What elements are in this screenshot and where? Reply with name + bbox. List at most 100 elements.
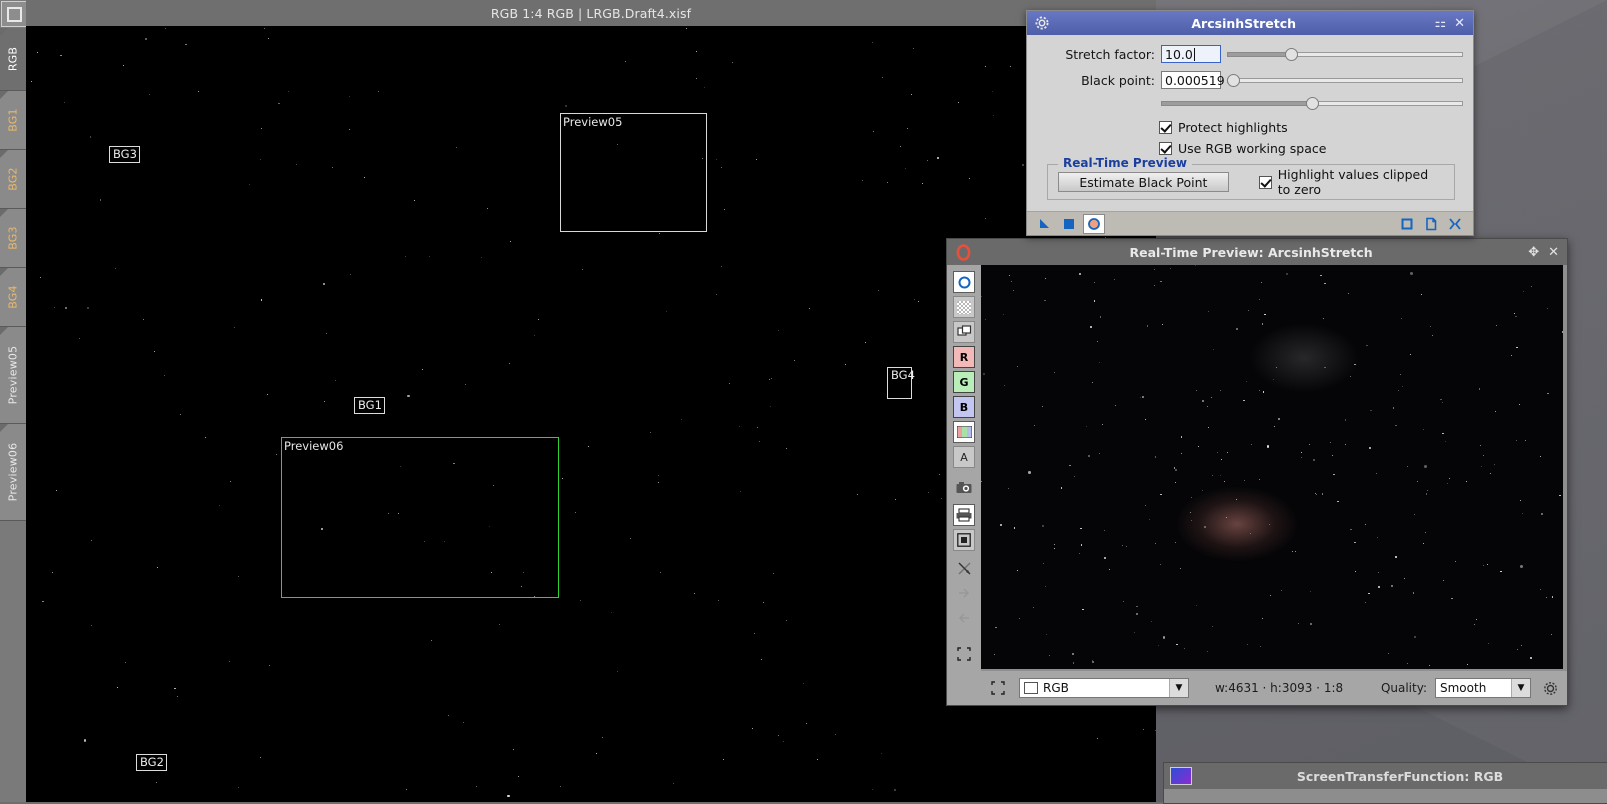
duplicate-icon[interactable] [953, 321, 975, 343]
black-point-row[interactable]: Black point: 0.000519 [1037, 69, 1463, 91]
gear-icon[interactable] [1539, 677, 1561, 699]
arcsinh-stretch-dialog[interactable]: ArcsinhStretch ⚏ ✕ Stretch factor: 10.0 … [1026, 10, 1474, 236]
reset-icon[interactable] [1445, 215, 1465, 233]
channel-combo-value: RGB [1043, 681, 1069, 695]
fit-window-icon[interactable] [953, 643, 975, 665]
arcsinh-title-text: ArcsinhStretch [1053, 16, 1434, 31]
real-time-preview-group: Real-Time Preview Estimate Black Point H… [1047, 164, 1455, 200]
rtp-stop-icon[interactable] [952, 241, 974, 263]
preview-tab-bg3[interactable]: BG3 [0, 209, 27, 268]
preview-tab-bg1[interactable]: BG1 [0, 91, 27, 150]
highlight-clipped-label: Highlight values clipped to zero [1278, 167, 1444, 197]
apply-global-icon[interactable] [1059, 215, 1079, 233]
apply-triangle-icon[interactable] [1035, 215, 1055, 233]
stf-title-text: ScreenTransferFunction: RGB [1192, 769, 1607, 784]
rtp-toolbar[interactable]: RGB A [947, 265, 981, 705]
no-mask-icon[interactable] [953, 557, 975, 579]
preview-tab-bg2[interactable]: BG2 [0, 150, 27, 209]
alpha-channel-icon[interactable]: A [953, 446, 975, 468]
black-point-value: 0.000519 [1165, 73, 1225, 88]
tab-corner [0, 150, 8, 158]
channel-b-icon[interactable]: B [953, 396, 975, 418]
preview-marker-bg2[interactable]: BG2 [136, 754, 167, 771]
arcsinh-title-bar[interactable]: ArcsinhStretch ⚏ ✕ [1027, 11, 1473, 35]
black-point-fine-slider[interactable] [1161, 94, 1463, 112]
use-rgb-working-space-label: Use RGB working space [1178, 141, 1326, 156]
new-instance-icon[interactable] [1397, 215, 1417, 233]
highlight-clipped-checkbox[interactable] [1259, 176, 1272, 189]
mask-icon[interactable] [953, 529, 975, 551]
rtp-dimensions: w:4631 · h:3093 · 1:8 [1215, 681, 1343, 695]
stretch-factor-slider[interactable] [1227, 45, 1463, 63]
channel-g-icon[interactable]: G [953, 371, 975, 393]
arcsinh-bottom-bar[interactable] [1027, 211, 1473, 235]
stretch-factor-row[interactable]: Stretch factor: 10.0 [1037, 43, 1463, 65]
tab-corner [0, 424, 8, 432]
preview-rect-preview05[interactable]: Preview05 [560, 113, 707, 232]
slider-knob[interactable] [1285, 48, 1298, 61]
stretch-factor-input[interactable]: 10.0 [1161, 45, 1221, 63]
preview-marker-bg3[interactable]: BG3 [109, 146, 140, 163]
preview-tab-rgb[interactable]: RGB [0, 28, 27, 91]
rtp-image-canvas[interactable] [981, 265, 1563, 669]
print-icon[interactable] [953, 504, 975, 526]
slider-fill [1227, 52, 1291, 57]
preview-rect-label: Preview06 [284, 439, 343, 453]
minimize-icon[interactable]: ⚏ [1434, 16, 1446, 31]
stf-icon [1170, 767, 1192, 785]
pin-icon[interactable]: ✥ [1528, 245, 1539, 260]
protect-highlights-row[interactable]: Protect highlights [1159, 117, 1463, 137]
browse-documentation-icon[interactable] [1421, 215, 1441, 233]
rgb-channels-icon[interactable] [953, 421, 975, 443]
zoom-optimal-icon[interactable] [953, 271, 975, 293]
estimate-black-point-button[interactable]: Estimate Black Point [1058, 172, 1229, 192]
preview-tab-preview06[interactable]: Preview06 [0, 424, 27, 521]
window-icon[interactable] [1, 1, 27, 27]
rtp-status-bar[interactable]: RGB ▼ w:4631 · h:3093 · 1:8 Quality: Smo… [981, 671, 1567, 705]
slider-knob[interactable] [1306, 97, 1319, 110]
close-icon[interactable]: ✕ [1548, 245, 1559, 260]
preview-tab-preview05[interactable]: Preview05 [0, 327, 27, 424]
tab-corner [0, 209, 8, 217]
gear-icon[interactable] [1031, 12, 1053, 34]
tab-corner [0, 28, 8, 36]
real-time-preview-window[interactable]: Real-Time Preview: ArcsinhStretch ✥ ✕ RG… [946, 238, 1568, 706]
transparency-icon[interactable] [953, 296, 975, 318]
preview-marker-bg4[interactable]: BG4 [887, 367, 912, 399]
protect-highlights-checkbox[interactable] [1159, 121, 1172, 134]
channel-combo[interactable]: RGB ▼ [1019, 678, 1189, 698]
slider-knob[interactable] [1227, 74, 1240, 87]
quality-combo[interactable]: Smooth ▼ [1435, 678, 1531, 698]
back-icon [953, 607, 975, 629]
real-time-preview-icon[interactable] [1083, 214, 1105, 234]
black-point-slider[interactable] [1227, 71, 1463, 89]
fit-window-icon[interactable] [987, 677, 1009, 699]
preview-tab-list[interactable]: RGBBG1BG2BG3BG4Preview05 Preview06 [0, 28, 26, 521]
use-rgb-working-space-row[interactable]: Use RGB working space [1159, 138, 1463, 158]
chevron-down-icon[interactable]: ▼ [1511, 679, 1530, 697]
black-point-input[interactable]: 0.000519 [1161, 71, 1221, 89]
chevron-down-icon[interactable]: ▼ [1169, 679, 1188, 697]
close-icon[interactable]: ✕ [1454, 16, 1465, 31]
preview-tab-strip[interactable]: RGBBG1BG2BG3BG4Preview05 Preview06 [0, 0, 27, 802]
preview-tab-label: Preview06 [7, 443, 20, 502]
use-rgb-working-space-checkbox[interactable] [1159, 142, 1172, 155]
image-icon [1024, 682, 1038, 694]
preview-tab-bg4[interactable]: BG4 [0, 268, 27, 327]
screen-transfer-function-window[interactable]: ScreenTransferFunction: RGB [1163, 762, 1607, 804]
preview-marker-bg1[interactable]: BG1 [354, 397, 385, 414]
tab-corner [0, 91, 8, 99]
black-point-fine-row[interactable] [1037, 95, 1463, 111]
window-icon-shape [7, 7, 22, 22]
stf-title-bar[interactable]: ScreenTransferFunction: RGB [1164, 763, 1607, 789]
rtp-title-bar[interactable]: Real-Time Preview: ArcsinhStretch ✥ ✕ [947, 239, 1567, 265]
stretch-factor-label: Stretch factor: [1037, 47, 1161, 62]
channel-r-icon[interactable]: R [953, 346, 975, 368]
image-window-title: RGB 1:4 RGB | LRGB.Draft4.xisf [26, 0, 1156, 26]
quality-combo-value: Smooth [1440, 681, 1486, 695]
snapshot-icon[interactable] [953, 476, 975, 498]
highlight-clipped-row[interactable]: Highlight values clipped to zero [1259, 172, 1444, 192]
preview-rect-preview06[interactable]: Preview06 [281, 437, 559, 598]
rtp-title-text: Real-Time Preview: ArcsinhStretch [974, 245, 1528, 260]
tab-corner [0, 268, 8, 276]
